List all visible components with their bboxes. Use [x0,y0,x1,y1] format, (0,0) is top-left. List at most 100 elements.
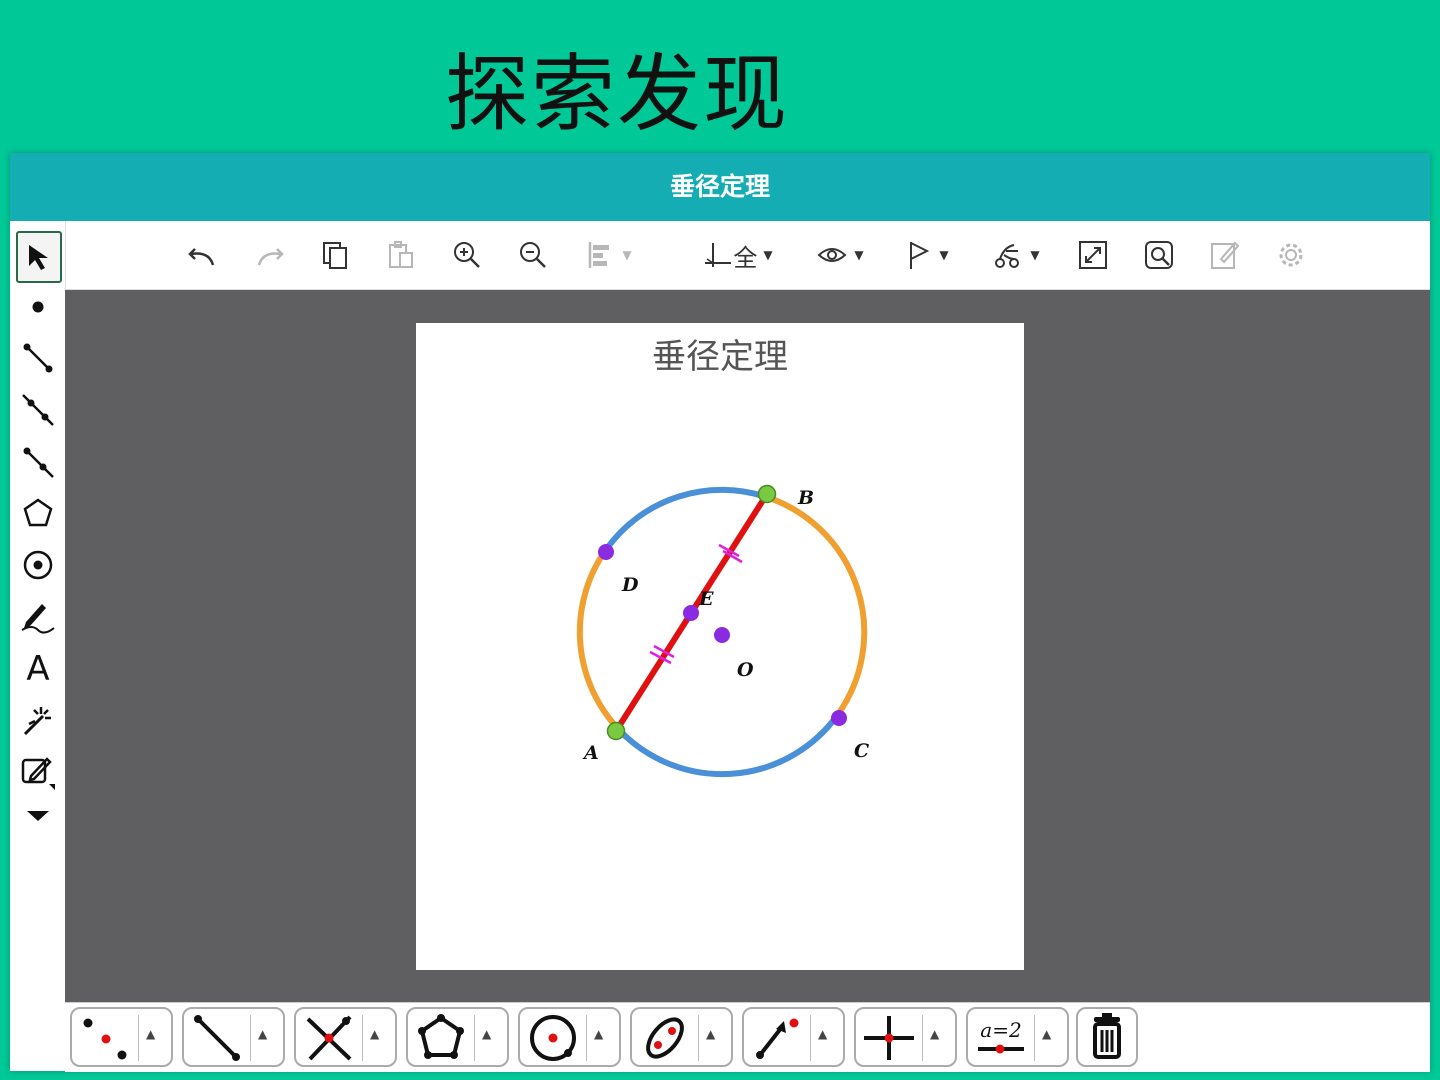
conic-tool-group[interactable]: ▲ [630,1007,733,1067]
zoom-out-button[interactable] [513,235,553,275]
expand-icon: ▲ [818,1027,828,1041]
align-icon [589,242,610,268]
expand-icon: ▲ [594,1027,604,1041]
segment-tool-icon [194,1015,240,1061]
chevron-down-icon: ▼ [854,248,864,262]
undo-icon [188,248,215,266]
axes-grid-icon [705,243,732,267]
circle-icon [23,550,53,580]
label-A: A [582,742,599,764]
point-D[interactable] [598,544,614,560]
zoom-in-button[interactable] [447,235,487,275]
point-C[interactable] [831,710,847,726]
settings-button[interactable] [1271,235,1311,275]
paste-button[interactable] [381,235,421,275]
pen-tool[interactable] [16,595,60,639]
expand-icon: ▲ [146,1027,156,1041]
delete-button[interactable] [1076,1007,1138,1067]
paste-icon [389,241,413,268]
slider-tool-group[interactable]: a=2 ▲ [966,1007,1069,1067]
polygon-tool[interactable] [16,491,60,535]
align-button[interactable]: ▼ [579,235,639,275]
point-icon [32,301,44,313]
settings-icon [1279,243,1303,267]
more-tools[interactable] [16,799,60,833]
edit-icon [1211,241,1240,269]
left-toolbar: A [10,221,66,1071]
point-E[interactable] [683,605,699,621]
animation-button[interactable]: ▼ [983,235,1049,275]
segment-tool[interactable] [16,336,60,380]
expand-icon: ▲ [930,1027,940,1041]
copy-icon [323,242,347,269]
point-tool[interactable] [16,285,60,329]
intersect-tool-group[interactable]: ▲ [294,1007,397,1067]
geometry-app-window: 垂径定理 ▼ 全 ▼ ▼ ▼ ▼ A 垂径定理 B A D C E O ▲ ▲ … [10,153,1430,1072]
line-icon [22,394,54,426]
edit-tool-icon [21,757,55,790]
label-D: D [621,574,639,596]
canvas-area[interactable]: 垂径定理 B A D C E O [65,290,1430,1002]
polygon-tool-group[interactable]: ▲ [406,1007,509,1067]
drawing-paper[interactable]: 垂径定理 B A D C E O [416,323,1024,970]
vector-tool-group[interactable]: ▲ [742,1007,845,1067]
polygon-tool-icon [418,1014,464,1059]
slider-label: a=2 [980,1018,1021,1042]
chevron-down-icon: ▼ [1030,248,1040,262]
perpendicular-tool-icon [864,1016,914,1060]
perpendicular-tool-group[interactable]: ▲ [854,1007,957,1067]
search-button[interactable] [1139,235,1179,275]
segment-icon [23,343,53,373]
fullscreen-button[interactable] [1073,235,1113,275]
redo-button[interactable] [249,235,289,275]
bottom-toolbar: ▲ ▲ ▲ ▲ ▲ ▲ ▲ ▲ a=2 ▲ [65,1002,1430,1072]
arc-BC [766,494,868,716]
visibility-button[interactable]: ▼ [807,235,873,275]
zoom-out-icon [520,242,546,268]
point-B[interactable] [757,484,777,504]
intersect-tool-icon [306,1015,352,1061]
geometry-figure: B A D C E O [576,484,869,778]
edit-button[interactable] [1205,235,1245,275]
text-icon: A [26,649,50,689]
conic-tool-icon [646,1017,684,1059]
flag-button[interactable]: ▼ [897,235,957,275]
eye-icon [817,248,847,262]
chevron-down-icon: ▼ [763,248,773,262]
point-O[interactable] [714,627,730,643]
window-title: 垂径定理 [10,153,1430,221]
text-tool[interactable]: A [16,647,60,691]
vector-tool-icon [756,1018,799,1059]
circle-tool[interactable] [16,543,60,587]
zoom-in-icon [454,242,480,268]
undo-button[interactable] [183,235,223,275]
label-E: E [698,588,714,610]
magic-tool[interactable] [16,699,60,743]
point-A[interactable] [606,721,626,741]
label-B: B [797,487,814,509]
ray-icon [23,447,54,478]
fullscreen-icon [1079,241,1107,269]
magic-icon [23,707,51,736]
edit-tool[interactable] [16,751,60,795]
select-tool[interactable] [16,231,62,283]
chevron-down-icon: ▼ [622,248,632,262]
segment-tool-group[interactable]: ▲ [182,1007,285,1067]
line-tool[interactable] [16,388,60,432]
point-tool-group[interactable]: ▲ [70,1007,173,1067]
polygon-icon [23,498,53,527]
expand-icon: ▲ [482,1027,492,1041]
arc-CA [613,711,842,778]
search-icon [1145,241,1173,269]
axes-grid-button[interactable]: 全 ▼ [697,235,779,275]
label-O: O [737,659,754,681]
ray-tool[interactable] [16,440,60,484]
pen-icon [21,604,55,634]
slider-tool-icon: a=2 [978,1018,1024,1054]
axes-label: 全 [733,243,758,272]
trash-icon [1093,1013,1121,1059]
animation-icon [995,244,1020,268]
circle-tool-group[interactable]: ▲ [518,1007,621,1067]
expand-icon: ▲ [1042,1027,1052,1041]
copy-button[interactable] [315,235,355,275]
